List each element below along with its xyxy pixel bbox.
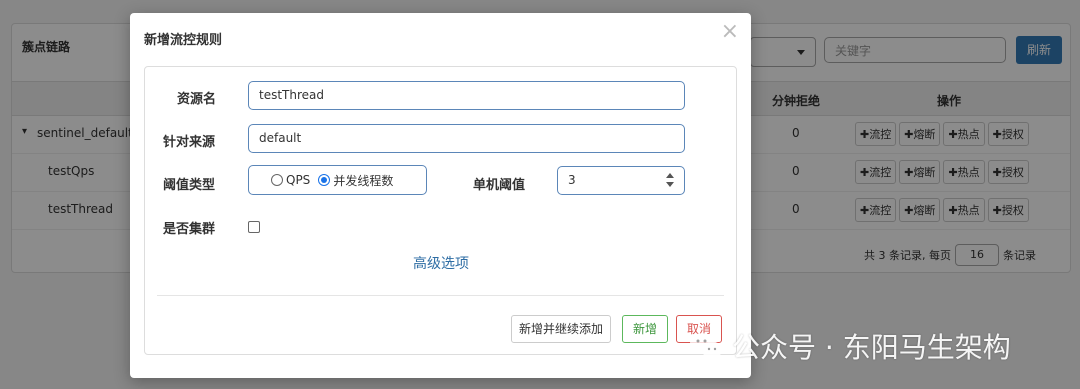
single-threshold-input[interactable]: 3 — [557, 166, 685, 195]
number-spinner-icon[interactable] — [666, 173, 674, 187]
dialog-form: 资源名 testThread 针对来源 default 阈值类型 QPS 并发线… — [144, 66, 737, 355]
close-icon[interactable]: × — [721, 19, 739, 44]
threshold-type-label: 阈值类型 — [163, 178, 216, 193]
radio-thread[interactable]: 并发线程数 — [318, 172, 393, 189]
limit-app-input[interactable]: default — [248, 124, 685, 153]
divider — [157, 295, 724, 296]
radio-checked-icon — [318, 174, 331, 186]
watermark-text: 公众号 · 东阳马生架构 — [732, 331, 1011, 364]
watermark: 公众号 · 东阳马生架构 — [688, 326, 1011, 366]
resource-name-input[interactable]: testThread — [248, 81, 685, 110]
single-threshold-label: 单机阈值 — [473, 178, 526, 193]
radio-thread-label: 并发线程数 — [333, 173, 394, 188]
radio-qps[interactable]: QPS — [271, 173, 310, 187]
add-button[interactable]: 新增 — [622, 315, 668, 343]
wechat-icon — [690, 333, 722, 359]
single-threshold-value: 3 — [568, 173, 576, 187]
resource-name-label: 资源名 — [177, 92, 217, 107]
cluster-mode-label: 是否集群 — [163, 222, 216, 237]
radio-qps-label: QPS — [286, 173, 311, 187]
add-flow-rule-dialog: 新增流控规则 × 资源名 testThread 针对来源 default 阈值类… — [130, 13, 751, 378]
limit-app-label: 针对来源 — [163, 135, 216, 150]
advanced-options-link[interactable]: 高级选项 — [413, 253, 469, 273]
add-and-continue-button[interactable]: 新增并继续添加 — [511, 315, 611, 343]
threshold-type-group: QPS 并发线程数 — [248, 165, 427, 195]
cluster-mode-checkbox[interactable] — [248, 221, 260, 233]
radio-unchecked-icon — [271, 174, 283, 186]
dialog-title: 新增流控规则 — [144, 33, 223, 48]
